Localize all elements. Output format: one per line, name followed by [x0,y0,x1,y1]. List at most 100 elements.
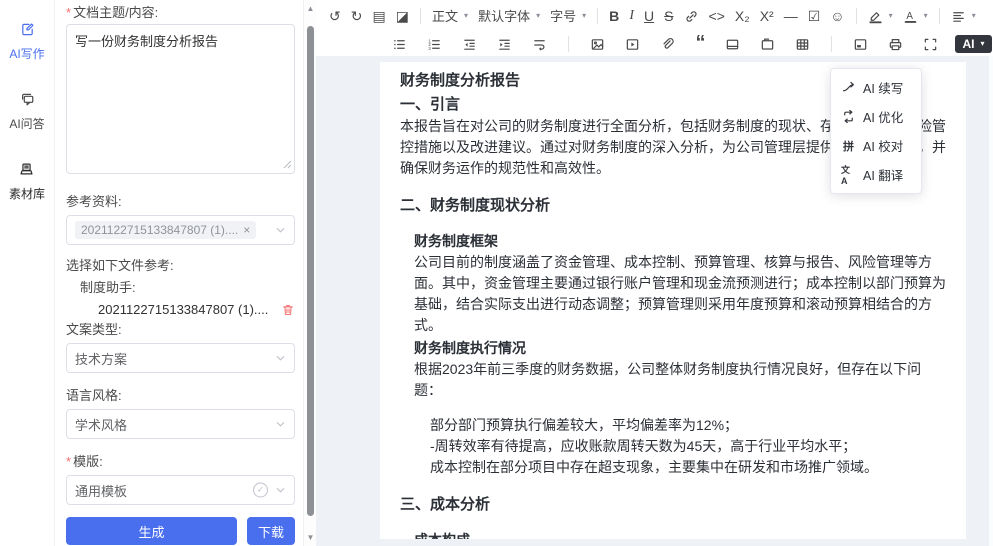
outdent-icon[interactable] [459,35,480,54]
scrollbar-thumb[interactable] [307,26,314,516]
italic-icon[interactable]: I [626,7,637,25]
topic-textarea-wrap: 写一份财务制度分析报告 [66,22,295,179]
ai-menu-item-AI-翻译[interactable]: 文AAI 翻译 [831,160,921,189]
ai-menu-item-AI-续写[interactable]: AI 续写 [831,73,921,102]
toolbar-separator [939,8,940,24]
doc-heading: 二、财务制度现状分析 [400,195,946,217]
style-label: 语言风格: [66,387,295,405]
doc-paragraph: 部分部门预算执行偏差较大，平均偏差率为12%； [400,415,946,436]
indent-icon[interactable] [494,35,515,54]
ai-menu-item-AI-优化[interactable]: AI 优化 [831,102,921,131]
reference-file-tag-text: 2021122715133847807 (1).... [81,223,238,237]
sidebar-item-label: AI写作 [9,45,44,62]
attachment-icon[interactable] [657,35,678,54]
emoji-icon[interactable]: ☺ [827,7,847,25]
font-size-dropdown[interactable]: 字号▾ [547,8,589,25]
bullet-list-icon[interactable] [389,35,410,54]
sidebar-item-material-library[interactable]: 素材库 [9,162,45,202]
assistant-label: 制度助手: [80,279,295,297]
doc-heading: 财务制度框架 [400,231,946,252]
inline-code-icon[interactable]: <> [706,7,728,25]
ai-menu-item-AI-校对[interactable]: 拼 AI 校对 [831,131,921,160]
required-asterisk: * [66,454,71,469]
panel-icon[interactable] [850,35,871,54]
redo-icon[interactable]: ↻ [348,7,366,25]
generate-button[interactable]: 生成 [66,517,237,545]
ai-menu-item-label: AI 校对 [863,136,903,155]
ai-continue-icon [841,80,856,95]
ai-dropdown-menu: AI 续写AI 优化拼 AI 校对文AAI 翻译 [830,68,922,194]
left-nav-rail: AI写作 AI问答素材库 [0,0,55,546]
horizontal-rule-icon[interactable]: — [781,7,801,25]
reference-select[interactable]: 2021122715133847807 (1).... × [66,215,295,245]
caret-down-icon: ▾ [582,12,586,20]
format-painter-icon[interactable]: ▤ [370,7,389,25]
template-label: *模版: [66,453,295,471]
svg-text:3: 3 [429,45,432,50]
table-icon[interactable] [792,35,813,54]
image-icon[interactable] [587,35,608,54]
topic-textarea[interactable]: 写一份财务制度分析报告 [66,24,295,174]
editor-scrollbar-track [989,56,993,546]
toolbar-separator [597,8,598,24]
toolbar-row-2: 123 “ AI▾ [389,31,991,57]
assistant-file-name: 2021122715133847807 (1).... [98,301,268,319]
caret-down-icon: ▾ [924,12,928,20]
sidebar-item-ai-qa[interactable]: AI问答 [9,92,44,132]
doc-paragraph: 公司目前的制度涵盖了资金管理、成本控制、预算管理、核算与报告、风险管理等方面。其… [400,252,946,336]
ai-proofread-icon: 拼 [841,138,856,154]
line-wrap-icon[interactable] [529,35,550,54]
ai-optimize-icon [841,109,856,124]
style-select[interactable]: 学术风格 [66,409,295,439]
fullscreen-icon[interactable] [920,35,941,54]
paragraph-style-dropdown[interactable]: 正文▾ [429,8,471,25]
font-family-dropdown[interactable]: 默认字体▾ [475,8,543,25]
eraser-icon[interactable]: ◪ [393,7,412,25]
toolbar-separator [568,36,569,52]
font-color-dropdown[interactable]: A▾ [900,7,931,26]
chevron-down-icon [275,225,286,236]
blockquote-icon[interactable]: “ [692,36,708,52]
svg-text:A: A [906,10,913,21]
tag-close-icon[interactable]: × [243,224,250,236]
task-list-icon[interactable]: ☑ [805,7,824,25]
topic-label: *文档主题/内容: [66,4,295,22]
highlight-color-dropdown[interactable]: ▾ [865,7,896,26]
undo-icon[interactable]: ↺ [326,7,344,25]
delete-file-trash-icon[interactable] [281,303,295,317]
print-icon[interactable] [885,35,906,54]
divider-icon[interactable] [722,35,743,54]
ai-qa-icon [20,92,35,112]
caret-down-icon: ▾ [536,12,540,20]
ai-menu-item-label: AI 翻译 [863,165,903,184]
strikethrough-icon[interactable]: S [661,7,676,25]
ai-writing-form-panel: *文档主题/内容: 写一份财务制度分析报告 参考资料: 202112271513… [56,0,303,546]
ai-menu-button[interactable]: AI▾ [955,35,991,53]
assistant-file-row: 2021122715133847807 (1).... [98,301,295,319]
toolbar-row-1: ↺↻▤◪正文▾默认字体▾字号▾BIUS<>X₂X²—☑☺▾A▾▾ [316,0,993,29]
reference-file-tag: 2021122715133847807 (1).... × [75,221,256,239]
code-block-icon[interactable] [757,35,778,54]
chevron-down-icon [275,353,286,364]
toolbar-separator [856,8,857,24]
doc-type-select[interactable]: 技术方案 [66,343,295,373]
toolbar-separator [831,36,832,52]
ordered-list-icon[interactable]: 123 [424,35,445,54]
caret-down-icon: ▾ [972,12,976,20]
align-dropdown[interactable]: ▾ [948,7,979,26]
video-icon[interactable] [622,35,643,54]
editor-toolbar: ↺↻▤◪正文▾默认字体▾字号▾BIUS<>X₂X²—☑☺▾A▾▾ 123“AI▾ [316,0,993,56]
template-value: 通用模板 [75,481,127,500]
download-button[interactable]: 下载 [247,517,295,545]
superscript-icon[interactable]: X² [757,7,777,25]
template-select[interactable]: 通用模板 ✓ [66,475,295,505]
subscript-icon[interactable]: X₂ [732,7,753,25]
underline-icon[interactable]: U [641,7,657,25]
panel-scrollbar: ▲ ▼ [303,0,316,546]
link-icon[interactable] [681,7,702,26]
sidebar-item-ai-write[interactable]: AI写作 [9,22,44,62]
doc-paragraph: 成本控制在部分项目中存在超支现象，主要集中在研发和市场推广领域。 [400,457,946,478]
doc-paragraph: 根据2023年前三季度的财务数据，公司整体财务制度执行情况良好，但存在以下问题： [400,359,946,401]
bold-icon[interactable]: B [606,7,622,25]
sidebar-item-label: AI问答 [9,115,44,132]
